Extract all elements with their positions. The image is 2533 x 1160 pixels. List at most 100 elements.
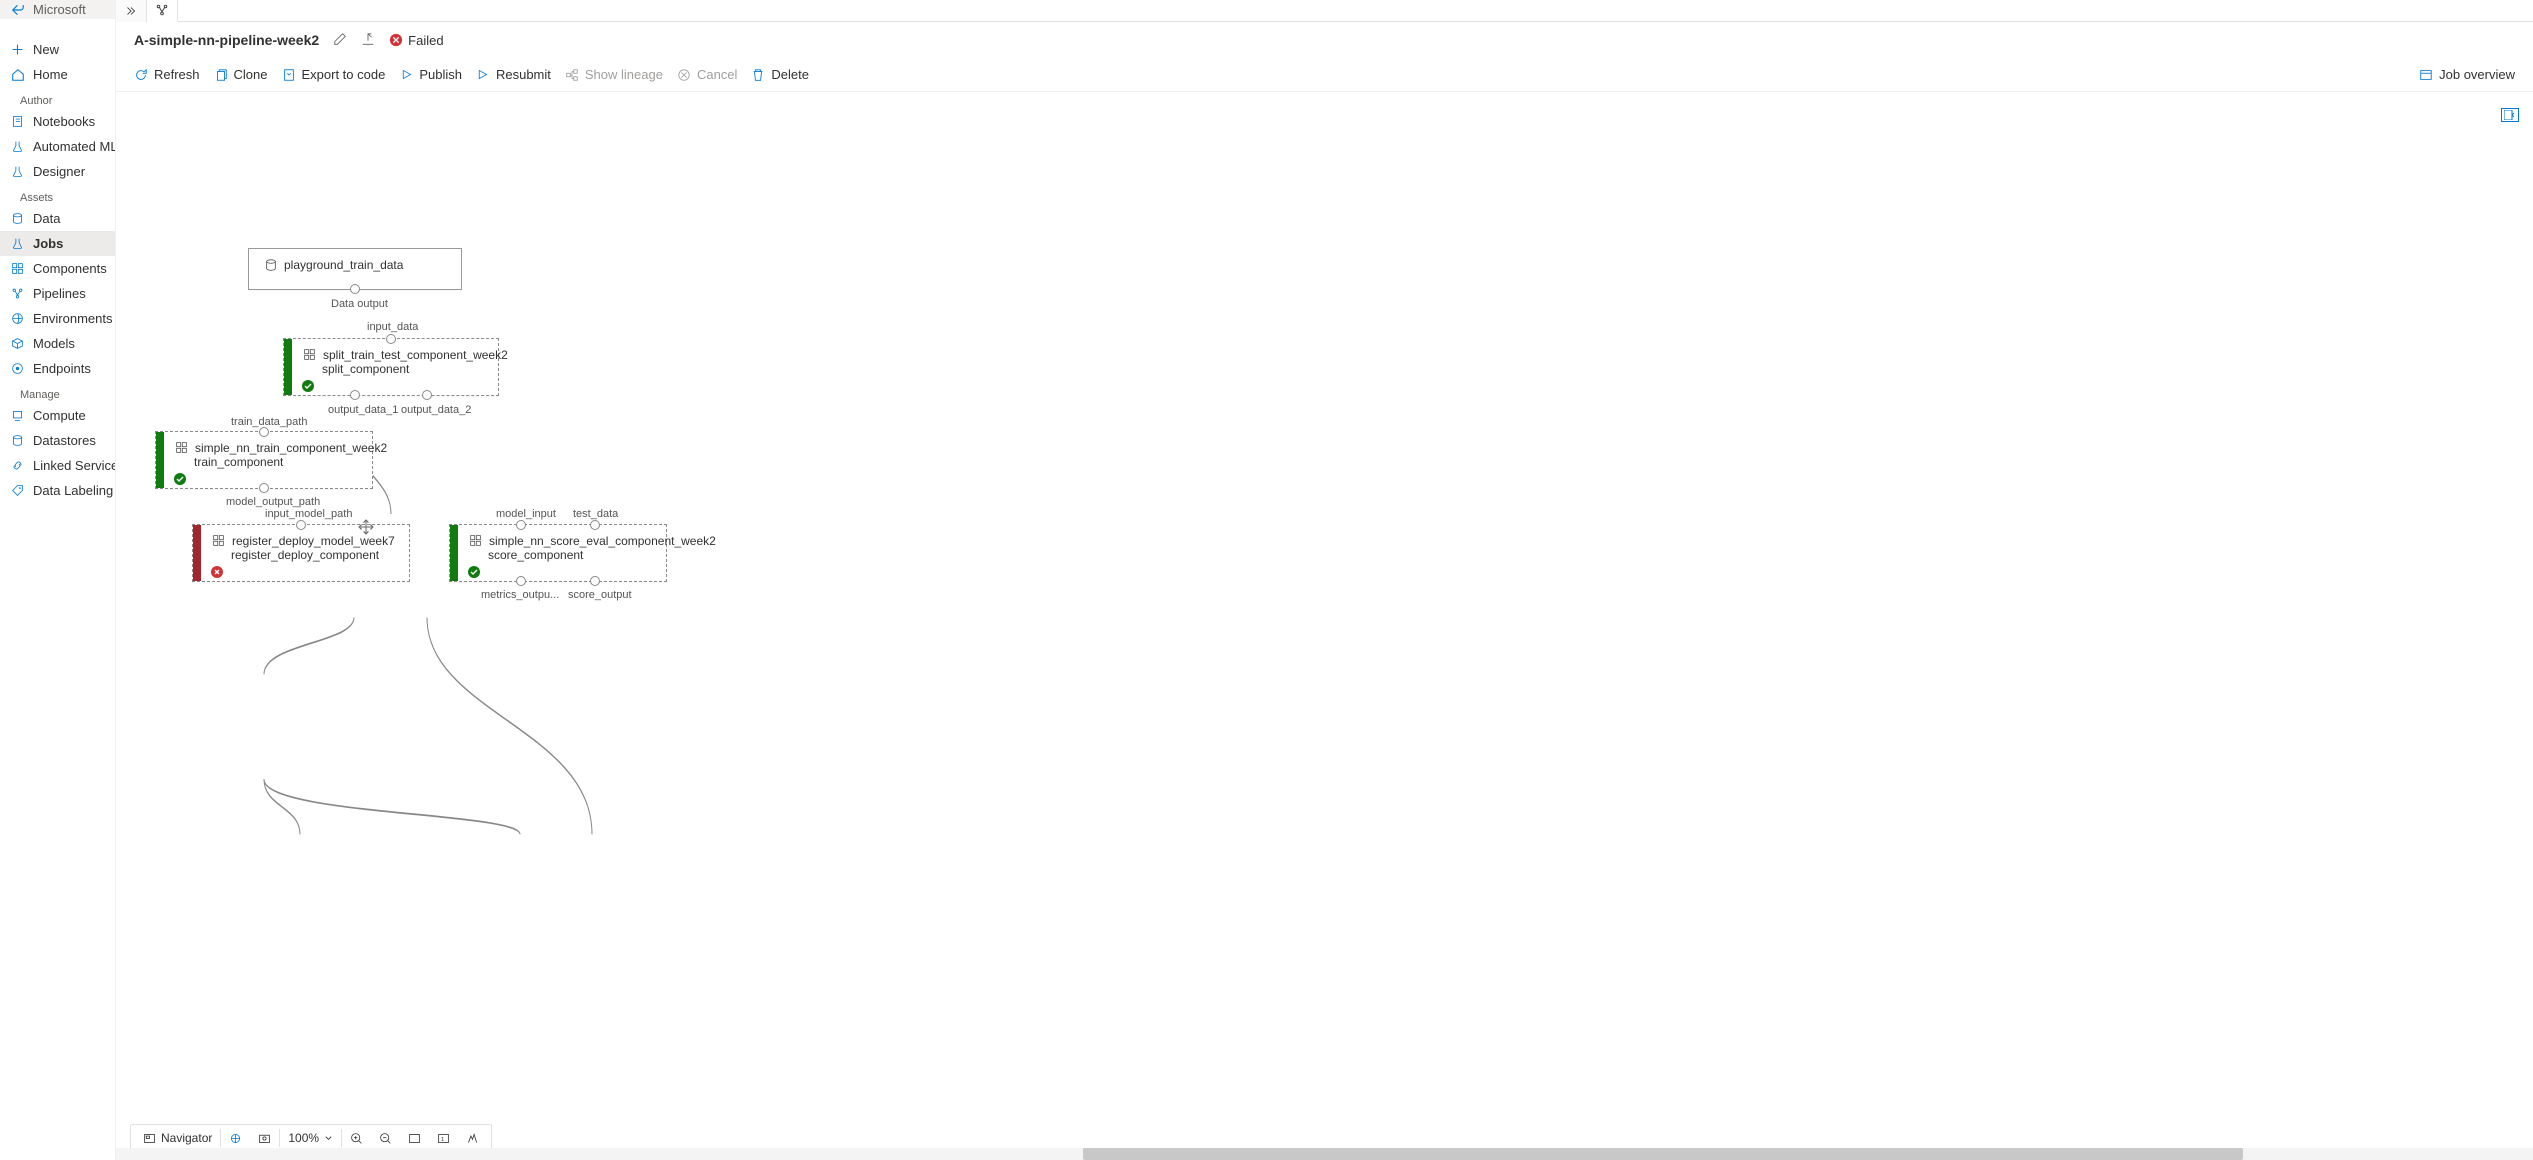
data-icon [10, 211, 25, 226]
port-label: output_data_1 [328, 404, 398, 416]
lineage-button: Show lineage [565, 67, 663, 82]
node-title: simple_nn_train_component_week2 [195, 441, 387, 455]
sidebar-item-label: Compute [33, 408, 86, 423]
sidebar-item-new[interactable]: New [0, 37, 115, 62]
port-out[interactable] [350, 284, 360, 294]
node-train[interactable]: simple_nn_train_component_week2 train_co… [155, 431, 373, 489]
port-label: input_data [367, 321, 418, 333]
jobs-icon [10, 236, 25, 251]
sidebar-item-label: Data Labeling [33, 483, 113, 498]
back-icon [10, 2, 25, 17]
datasource-icon [263, 257, 278, 272]
sidebar-item-label: New [33, 42, 59, 57]
share-button[interactable] [361, 32, 375, 49]
sidebar-item-models[interactable]: Models [0, 331, 115, 356]
title-bar: A-simple-nn-pipeline-week2 Failed [116, 22, 2533, 58]
port-label: test_data [573, 508, 618, 520]
sidebar-item-label: Linked Services [33, 458, 116, 473]
env-icon [10, 311, 25, 326]
success-badge-icon [468, 566, 480, 578]
tag-icon [10, 483, 25, 498]
port-out[interactable] [259, 483, 269, 493]
trash-icon [751, 68, 765, 82]
sidebar-item-data[interactable]: Data [0, 206, 115, 231]
pipeline-title: A-simple-nn-pipeline-week2 [134, 32, 319, 48]
sidebar-item-jobs[interactable]: Jobs [0, 231, 115, 256]
delete-button[interactable]: Delete [751, 67, 809, 82]
port-in[interactable] [590, 520, 600, 530]
port-out[interactable] [590, 576, 600, 586]
sidebar-item-designer[interactable]: Designer [0, 159, 115, 184]
port-label: model_output_path [226, 496, 320, 508]
port-out[interactable] [422, 390, 432, 400]
brand-row[interactable]: Microsoft [0, 0, 115, 19]
port-label: score_output [568, 589, 632, 601]
svg-text:1: 1 [441, 1136, 444, 1142]
node-title: simple_nn_score_eval_component_week2 [489, 534, 716, 548]
port-in[interactable] [516, 520, 526, 530]
sidebar-item-label: Data [33, 211, 60, 226]
h-scrollbar-thumb[interactable] [1083, 1148, 2243, 1160]
sidebar-item-home[interactable]: Home [0, 62, 115, 87]
node-data[interactable]: playground_train_data [248, 248, 462, 290]
cancel-button: Cancel [677, 67, 737, 82]
port-label: output_data_2 [401, 404, 471, 416]
node-register[interactable]: register_deploy_model_week7 register_dep… [192, 524, 410, 582]
edit-title-button[interactable] [333, 32, 347, 49]
port-label: metrics_outpu... [481, 589, 559, 601]
sidebar-item-label: Environments [33, 311, 112, 326]
play-icon [476, 68, 490, 82]
toolbar: Refresh Clone Export to code Publish Res… [116, 58, 2533, 92]
sidebar-item-compute[interactable]: Compute [0, 403, 115, 428]
node-score[interactable]: simple_nn_score_eval_component_week2 sco… [449, 524, 667, 582]
export-button[interactable]: Export to code [282, 67, 386, 82]
refresh-button[interactable]: Refresh [134, 67, 200, 82]
node-split[interactable]: split_train_test_component_week2 split_c… [283, 338, 499, 396]
tab-expand[interactable] [116, 0, 147, 22]
plus-icon [10, 42, 25, 57]
port-in[interactable] [296, 520, 306, 530]
sidebar-item-label: Home [33, 67, 68, 82]
sidebar-item-endpoints[interactable]: Endpoints [0, 356, 115, 381]
resubmit-button[interactable]: Resubmit [476, 67, 551, 82]
status-badge: Failed [389, 33, 443, 48]
node-subtitle: register_deploy_component [211, 548, 397, 562]
port-out[interactable] [516, 576, 526, 586]
port-label: model_input [496, 508, 556, 520]
node-subtitle: train_component [174, 455, 360, 469]
overview-button[interactable]: Job overview [2419, 67, 2515, 82]
sidebar-item-label: Endpoints [33, 361, 91, 376]
sidebar-item-automl[interactable]: Automated ML [0, 134, 115, 159]
sidebar-item-datastores[interactable]: Datastores [0, 428, 115, 453]
chevron-down-icon [324, 1134, 333, 1143]
sidebar-item-label: Datastores [33, 433, 96, 448]
port-out[interactable] [350, 390, 360, 400]
sidebar-item-components[interactable]: Components [0, 256, 115, 281]
pipeline-icon [155, 3, 169, 17]
publish-button[interactable]: Publish [399, 67, 462, 82]
h-scrollbar[interactable] [116, 1148, 2533, 1160]
play-icon [399, 68, 413, 82]
grid-icon [10, 261, 25, 276]
section-author: Author [0, 87, 115, 109]
sidebar-item-pipelines[interactable]: Pipelines [0, 281, 115, 306]
canvas[interactable]: playground_train_data Data output input_… [116, 92, 2533, 1160]
expand-panel-button[interactable] [2501, 108, 2519, 122]
map-icon [143, 1132, 156, 1145]
sidebar-item-envs[interactable]: Environments [0, 306, 115, 331]
port-in[interactable] [386, 334, 396, 344]
sidebar-item-label: Pipelines [33, 286, 86, 301]
sidebar-item-label: Jobs [33, 236, 63, 251]
sidebar-item-linked[interactable]: Linked Services [0, 453, 115, 478]
sidebar-item-labeling[interactable]: Data Labeling [0, 478, 115, 503]
success-badge-icon [174, 473, 186, 485]
cancel-icon [677, 68, 691, 82]
component-icon [211, 533, 226, 548]
success-badge-icon [302, 380, 314, 392]
sidebar-item-notebooks[interactable]: Notebooks [0, 109, 115, 134]
port-in[interactable] [259, 427, 269, 437]
clone-button[interactable]: Clone [214, 67, 268, 82]
tab-graph[interactable] [147, 0, 178, 22]
sidebar-item-label: Designer [33, 164, 85, 179]
node-title: split_train_test_component_week2 [323, 348, 508, 362]
